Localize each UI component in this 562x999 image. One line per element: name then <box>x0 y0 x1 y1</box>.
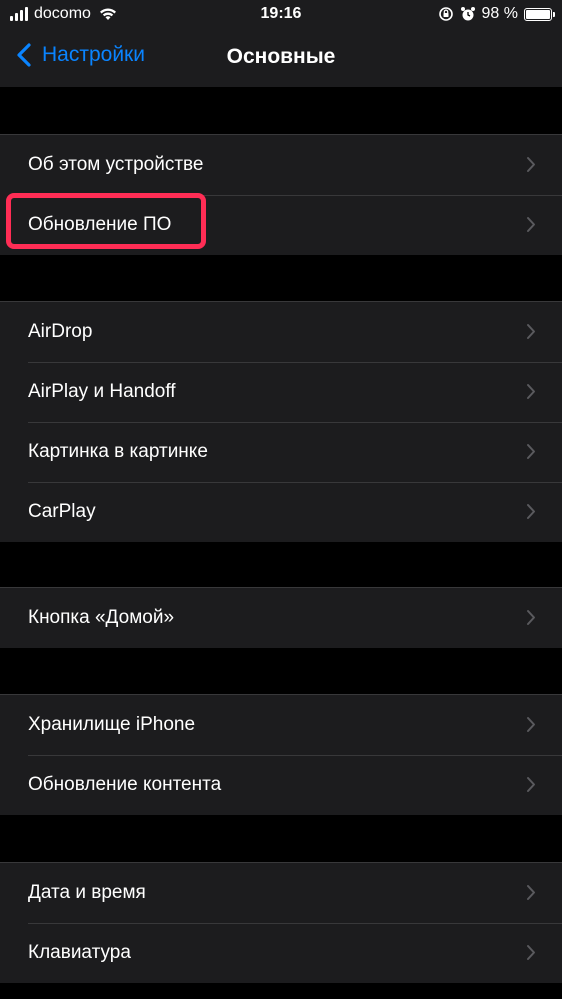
nav-bar: Настройки Основные <box>0 30 562 87</box>
chevron-right-icon <box>527 777 535 792</box>
status-bar: docomo 19:16 98 % <box>0 0 562 30</box>
list-item-label: AirDrop <box>28 321 93 342</box>
chevron-right-icon <box>527 504 535 519</box>
chevron-right-icon <box>527 717 535 732</box>
list-item[interactable]: Картинка в картинке <box>0 422 562 482</box>
list-item-label: Хранилище iPhone <box>28 714 196 735</box>
list-item[interactable]: AirPlay и Handoff <box>0 362 562 422</box>
list-item-label: CarPlay <box>28 501 96 522</box>
list-item[interactable]: Кнопка «Домой» <box>0 588 562 648</box>
chevron-right-icon <box>527 945 535 960</box>
battery-fill <box>526 9 550 19</box>
chevron-right-icon <box>527 217 535 232</box>
battery-percent: 98 % <box>481 5 518 22</box>
list-item-label: Об этом устройстве <box>28 154 204 175</box>
list-item[interactable]: CarPlay <box>0 482 562 542</box>
battery-icon <box>524 7 555 21</box>
screen: docomo 19:16 98 % Настройки Основные Об … <box>0 0 562 999</box>
chevron-right-icon <box>527 384 535 399</box>
list-item[interactable]: AirDrop <box>0 302 562 362</box>
chevron-right-icon <box>527 610 535 625</box>
list-item[interactable]: Хранилище iPhone <box>0 695 562 755</box>
list-item-label: Кнопка «Домой» <box>28 607 175 628</box>
settings-group: Дата и время Клавиатура <box>0 862 562 983</box>
settings-group: AirDrop AirPlay и Handoff Картинка в карти… <box>0 301 562 542</box>
highlight-annotation <box>6 193 206 249</box>
settings-group: Кнопка «Домой» <box>0 587 562 648</box>
status-right: 98 % <box>438 5 555 23</box>
list-item-label: Клавиатура <box>28 942 131 963</box>
orientation-lock-icon <box>438 7 453 21</box>
list-item-label: Обновление контента <box>28 774 222 795</box>
list-item-label: Картинка в картинке <box>28 441 208 462</box>
list-item[interactable]: Об этом устройстве <box>0 135 562 195</box>
chevron-right-icon <box>527 157 535 172</box>
settings-group: Хранилище iPhone Обновление контента <box>0 694 562 815</box>
page-title: Основные <box>226 45 336 68</box>
list-item[interactable]: Клавиатура <box>0 923 562 983</box>
chevron-right-icon <box>527 885 535 900</box>
list-item-label: Дата и время <box>28 882 146 903</box>
list-item-label: AirPlay и Handoff <box>28 381 176 402</box>
list-item[interactable]: Дата и время <box>0 863 562 923</box>
chevron-right-icon <box>527 324 535 339</box>
list-item[interactable]: Обновление контента <box>0 755 562 815</box>
chevron-right-icon <box>527 444 535 459</box>
alarm-icon <box>460 7 475 21</box>
